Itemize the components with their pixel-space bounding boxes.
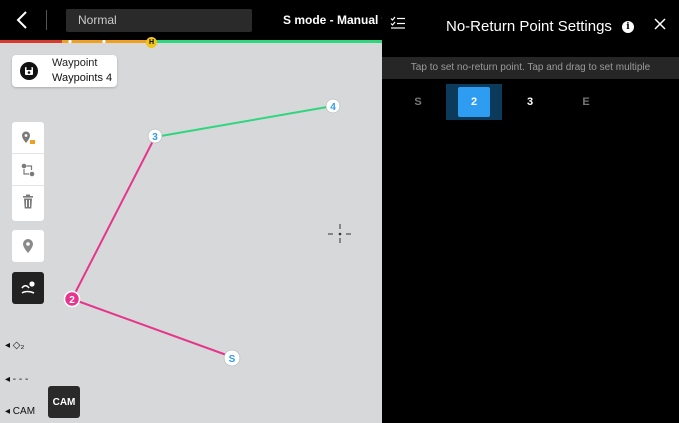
delete-button[interactable] (12, 186, 44, 218)
point-option-3[interactable]: 3 (502, 84, 558, 120)
home-point-marker: H (146, 37, 157, 48)
waypoint-marker-2[interactable]: 2 (63, 290, 81, 308)
flight-mode-label: S mode - Manual fli (283, 13, 382, 27)
point-option-2[interactable]: 2 (446, 84, 502, 120)
point-option-e[interactable]: E (558, 84, 614, 120)
map-tool-group (12, 122, 44, 221)
waypoint-mission-card[interactable]: Waypoint Waypoints 4 (12, 55, 117, 87)
info-icon[interactable]: i (622, 21, 634, 33)
trash-icon (23, 194, 33, 209)
no-return-point-selector: S 2 3 E (382, 84, 679, 120)
panel-title: No-Return Point Settings (446, 18, 612, 35)
waypoint-marker-4[interactable]: 4 (325, 98, 341, 114)
waypoint-card-title: Waypoint (52, 57, 98, 69)
pin-lock-icon (22, 131, 35, 144)
add-point-button[interactable] (12, 122, 44, 154)
side-hint-cam: ◂ CAM (5, 406, 36, 417)
map-view[interactable]: S 2 3 4 Normal S mode - Manual fli H Way… (0, 0, 382, 423)
crosshair-icon (328, 224, 351, 243)
poi-tool-group (12, 230, 44, 262)
route-segment-2-3 (71, 136, 156, 300)
topbar-divider (46, 10, 47, 30)
close-icon[interactable] (652, 16, 668, 32)
mode-selector[interactable]: Normal (66, 9, 252, 32)
waypoint-card-count: Waypoints 4 (52, 72, 113, 84)
battery-status-bar (0, 40, 382, 44)
waypoint-marker-3-label: 3 (152, 132, 158, 143)
point-option-2-label: 2 (458, 87, 490, 117)
waypoint-marker-4-label: 4 (330, 102, 336, 113)
route-segment-3-4 (154, 105, 334, 138)
reverse-route-button[interactable] (12, 154, 44, 186)
checklist-icon[interactable] (390, 15, 406, 31)
top-bar: Normal S mode - Manual fli (0, 0, 382, 40)
point-option-3-label: 3 (526, 96, 534, 108)
waypoint-marker-s-label: S (229, 354, 236, 365)
panel-hint: Tap to set no-return point. Tap and drag… (382, 57, 679, 79)
side-hint-waypoint: ◂ ◇₂ (5, 340, 25, 351)
waypoint-marker-3[interactable]: 3 (147, 128, 163, 144)
no-return-panel: No-Return Point Settings i Tap to set no… (382, 0, 679, 423)
point-option-s[interactable]: S (390, 84, 446, 120)
waypoint-marker-s[interactable]: S (223, 349, 241, 367)
drone-path-icon (21, 281, 35, 294)
point-option-s-label: S (414, 96, 422, 108)
route-segment-s-2 (71, 298, 233, 358)
back-button[interactable] (12, 8, 34, 32)
location-pin-icon (23, 239, 33, 253)
side-hint-route: ◂ - - - (5, 374, 29, 385)
waypoint-marker-2-label: 2 (69, 295, 75, 306)
poi-button[interactable] (12, 230, 44, 262)
chevron-left-icon (16, 11, 27, 29)
save-icon (20, 62, 38, 80)
point-option-e-label: E (582, 96, 590, 108)
flight-path-button[interactable] (12, 272, 44, 304)
route-swap-icon (21, 163, 35, 176)
camera-view-button[interactable]: CAM (48, 386, 80, 418)
